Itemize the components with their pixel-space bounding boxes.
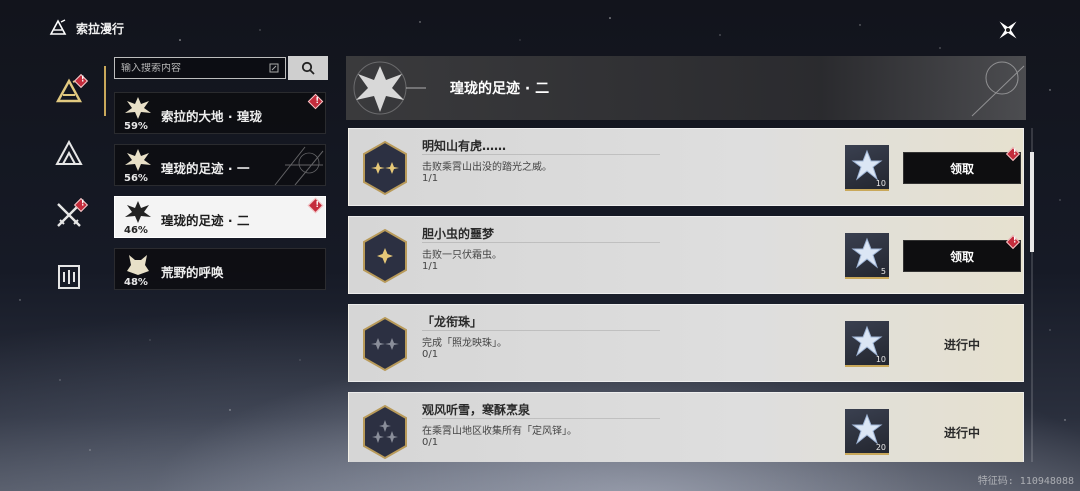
achievement-hexagon-icon (363, 140, 407, 196)
category-item-selected[interactable]: 46% 瑝珑的足迹 · 二 (114, 196, 326, 238)
side-rail (38, 60, 106, 308)
wolf-head-icon (127, 255, 149, 275)
decorative-pattern (274, 146, 324, 185)
task-card: 「龙衔珠」 完成「照龙映珠」。 0/1 10 进行中 (348, 304, 1024, 382)
divider (422, 330, 660, 331)
journal-icon (58, 265, 80, 289)
in-progress-status: 进行中 (943, 426, 980, 440)
scrollbar-thumb[interactable] (1030, 152, 1034, 252)
search-box (114, 57, 286, 79)
reward-item[interactable]: 5 (845, 233, 889, 279)
claim-label: 领取 (949, 249, 974, 264)
divider (422, 154, 660, 155)
task-description: 击败一只伏霜虫。 (422, 250, 502, 261)
claim-button[interactable]: 领取 (903, 234, 1021, 272)
claim-label: 领取 (949, 161, 974, 176)
task-title: 观风听雪，寒酥烹泉 (422, 403, 531, 417)
category-label: 索拉的大地 · 瑝珑 (161, 109, 262, 124)
category-percent: 46% (124, 225, 148, 236)
rail-item-combat[interactable] (38, 184, 100, 246)
dragon-crest-icon (125, 149, 151, 171)
task-card: 明知山有虎…… 击败乘霄山出没的踏光之威。 1/1 10 领取 (348, 128, 1024, 206)
search-button[interactable] (288, 56, 328, 80)
achievement-hexagon-icon (363, 316, 407, 372)
panel-header: 瑝珑的足迹 · 二 (346, 56, 1026, 120)
reward-count: 10 (875, 355, 886, 364)
category-percent: 59% (124, 121, 148, 132)
dragon-crest-icon (125, 97, 151, 119)
task-description: 完成「照龙映珠」。 (422, 338, 507, 349)
category-item[interactable]: 48% 荒野的呼唤 (114, 248, 326, 290)
category-label: 荒野的呼唤 (161, 265, 224, 280)
category-percent: 48% (124, 277, 148, 288)
astrite-crystal-icon (851, 149, 883, 181)
decorative-pattern (971, 61, 1025, 117)
player-uid: 特征码: 110948088 (977, 476, 1074, 487)
task-card: 观风听雪，寒酥烹泉 在乘霄山地区收集所有「定风铎」。 0/1 20 进行中 (348, 392, 1024, 462)
astrite-crystal-icon (851, 237, 883, 269)
rail-item-journal[interactable] (38, 246, 100, 308)
reward-item[interactable]: 10 (845, 321, 889, 367)
task-list-scrollbar[interactable] (1030, 128, 1034, 462)
task-title: 胆小虫的噩梦 (422, 227, 495, 241)
task-description: 在乘霄山地区收集所有「定风铎」。 (422, 426, 577, 437)
rail-item-sola-journey[interactable] (38, 60, 106, 122)
achievement-hexagon-icon (363, 228, 407, 284)
category-label: 瑝珑的足迹 · 二 (161, 213, 250, 228)
task-description: 击败乘霄山出没的踏光之威。 (422, 162, 552, 173)
category-item[interactable]: 56% 瑝珑的足迹 · 一 (114, 144, 326, 186)
reward-count: 10 (875, 179, 886, 188)
claim-button[interactable]: 领取 (903, 146, 1021, 184)
task-card: 胆小虫的噩梦 击败一只伏霜虫。 1/1 5 领取 (348, 216, 1024, 294)
task-progress: 0/1 (422, 349, 439, 360)
notification-badge (307, 93, 324, 110)
search-input[interactable] (121, 62, 261, 74)
reward-count: 5 (880, 267, 886, 276)
notification-badge (1005, 146, 1021, 162)
app-title: 索拉漫行 (76, 21, 125, 36)
close-button[interactable] (994, 16, 1022, 44)
astrite-crystal-icon (851, 413, 883, 445)
sola-logo-icon (49, 19, 67, 35)
task-progress: 0/1 (422, 437, 439, 448)
close-star-icon (999, 21, 1017, 39)
dragon-emblem-icon (353, 61, 426, 115)
divider (422, 242, 660, 243)
panel-title: 瑝珑的足迹 · 二 (450, 81, 550, 97)
task-progress: 1/1 (422, 173, 439, 184)
rail-item-exploration[interactable] (38, 122, 100, 184)
reward-item[interactable]: 10 (845, 145, 889, 191)
task-title: 「龙衔珠」 (422, 315, 483, 329)
mountain-icon (55, 139, 83, 165)
astrite-crystal-icon (851, 325, 883, 357)
task-progress: 1/1 (422, 261, 439, 272)
app-header: 索拉漫行 (48, 18, 124, 38)
achievement-hexagon-icon (363, 404, 407, 460)
in-progress-status: 进行中 (943, 338, 980, 352)
category-item[interactable]: 59% 索拉的大地 · 瑝珑 (114, 92, 326, 134)
category-list: 59% 索拉的大地 · 瑝珑 56% 瑝珑的足迹 · 一 46% 瑝珑的足迹 ·… (114, 92, 326, 300)
search-icon (301, 61, 315, 75)
category-percent: 56% (124, 173, 148, 184)
task-title: 明知山有虎…… (422, 139, 507, 153)
notification-badge (307, 197, 324, 214)
reward-count: 20 (875, 443, 886, 452)
divider (422, 418, 660, 419)
reward-item[interactable]: 20 (845, 409, 889, 455)
dragon-crest-icon (125, 201, 151, 223)
edit-icon (269, 63, 279, 73)
notification-badge (1005, 234, 1021, 250)
task-list: 明知山有虎…… 击败乘霄山出没的踏光之威。 1/1 10 领取 胆小虫的噩梦 击… (348, 128, 1024, 462)
category-label: 瑝珑的足迹 · 一 (161, 161, 250, 176)
